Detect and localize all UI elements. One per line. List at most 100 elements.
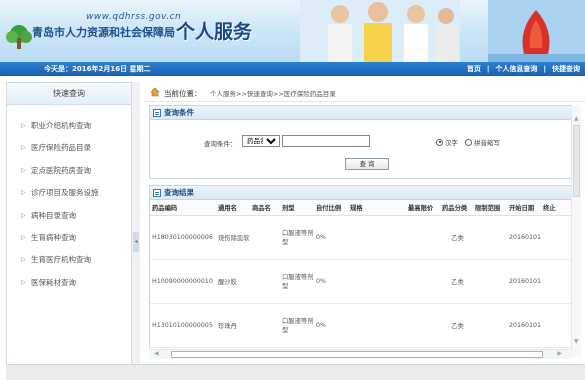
- scroll-up-icon[interactable]: ▲: [574, 115, 579, 122]
- column-header[interactable]: 自付比例: [314, 200, 348, 216]
- collapse-sidebar-icon[interactable]: ◂: [133, 232, 139, 252]
- cell-form: 口服液等剂型: [280, 259, 314, 304]
- vertical-scrollbar[interactable]: ▲ ▼: [571, 105, 581, 357]
- radio-dot: [436, 138, 443, 146]
- column-header[interactable]: 药品编码: [150, 200, 216, 216]
- nav-separator: |: [486, 65, 490, 73]
- main-content: 查询条件 查询条件： 药品名 汉字 拼音缩写 查 询 查询结果 药品编码 通用名…: [149, 105, 572, 357]
- column-header[interactable]: 规格: [348, 200, 406, 216]
- sidebar-item-label: 生育医疗机构查询: [31, 255, 91, 265]
- cell-limit: [473, 259, 507, 304]
- panel-title: 查询结果: [150, 186, 571, 200]
- banner-landmark-image: [488, 0, 585, 62]
- home-icon: [150, 87, 160, 97]
- sidebar-item-label: 诊疗项目及服务设施: [31, 188, 99, 198]
- top-nav-links: 首页 | 个人信息查询 | 快捷查询: [464, 64, 583, 74]
- cell-limit: [473, 215, 507, 260]
- location-label: 当前位置：: [164, 89, 202, 98]
- sidebar-item-job-agency[interactable]: ▷ 职业介绍机构查询: [7, 115, 131, 137]
- radio-hanzi[interactable]: 汉字: [436, 137, 458, 147]
- chevron-right-icon: ▷: [21, 256, 26, 264]
- panel-title-icon: [153, 109, 161, 117]
- chevron-right-icon: ▷: [21, 278, 26, 286]
- nav-separator: |: [543, 65, 546, 73]
- scroll-down-icon[interactable]: ▼: [574, 338, 579, 345]
- cell-generic: 烧伤除皿软: [216, 215, 250, 260]
- sidebar: 快速查询 ▷ 职业介绍机构查询 ▷ 医疗保险药品目录 ▷ 定点医院药房查询 ▷ 诊疗项目…: [6, 82, 132, 372]
- cell-trade: [250, 259, 280, 304]
- cell-start: 20160101: [507, 303, 542, 348]
- panel-title-icon: [153, 189, 161, 197]
- results-table: 药品编码 通用名 商品名 剂型 自付比例 规格 最高限价 药品分类 限制范围 开…: [150, 200, 571, 348]
- nav-quick-query-link[interactable]: 快捷查询: [552, 65, 580, 73]
- top-navbar: 今天是：2016年2月16日 星期二 首页 | 个人信息查询 | 快捷查询: [0, 62, 585, 76]
- column-header[interactable]: 终止: [541, 200, 571, 216]
- column-header[interactable]: 开始日期: [507, 200, 542, 216]
- chevron-right-icon: ▷: [21, 166, 26, 174]
- cell-class: 乙类: [440, 215, 473, 260]
- results-panel-title: 查询结果: [164, 188, 194, 197]
- cell-form: 口服液等剂型: [280, 215, 314, 260]
- column-header[interactable]: 限制范围: [473, 200, 507, 216]
- sidebar-item-label: 医疗保险药品目录: [31, 143, 91, 153]
- cell-class: 乙类: [440, 259, 473, 304]
- keyword-input[interactable]: [282, 135, 370, 147]
- cell-spec: [348, 215, 406, 260]
- cell-max: [406, 303, 440, 348]
- cell-start: 20160101: [507, 259, 542, 304]
- sidebar-splitter[interactable]: ◂: [132, 82, 140, 372]
- sidebar-item-consumables[interactable]: ▷ 医保耗材查询: [7, 272, 131, 294]
- chevron-right-icon: ▷: [21, 144, 26, 152]
- sidebar-item-label: 医保耗材查询: [31, 277, 76, 287]
- sidebar-menu: ▷ 职业介绍机构查询 ▷ 医疗保险药品目录 ▷ 定点医院药房查询 ▷ 诊疗项目及服务设施…: [7, 105, 131, 294]
- chevron-right-icon: ▷: [21, 122, 26, 129]
- query-field-label: 查询条件：: [204, 140, 237, 148]
- cell-form: 口服液等剂型: [280, 303, 314, 348]
- scroll-left-icon[interactable]: ◀: [154, 350, 159, 357]
- column-header[interactable]: 剂型: [280, 200, 314, 216]
- sidebar-item-label: 定点医院药房查询: [31, 165, 91, 175]
- sidebar-item-maternity-institution[interactable]: ▷ 生育医疗机构查询: [7, 249, 131, 271]
- cell-limit: [473, 303, 507, 348]
- cell-generic: 醒沙胶: [216, 259, 250, 304]
- cell-class: 乙类: [440, 303, 473, 348]
- scrollbar-thumb[interactable]: [171, 351, 543, 358]
- scrollbar-thumb[interactable]: [573, 125, 580, 197]
- sidebar-item-treatment-items[interactable]: ▷ 诊疗项目及服务设施: [7, 182, 131, 204]
- footer-bar: [6, 364, 585, 380]
- cell-spec: [348, 259, 406, 304]
- query-button[interactable]: 查 询: [345, 158, 389, 170]
- column-header[interactable]: 商品名: [250, 200, 280, 216]
- cell-ratio: 0%: [314, 303, 348, 348]
- sidebar-item-designated-hospital[interactable]: ▷ 定点医院药房查询: [7, 160, 131, 182]
- table-row[interactable]: H10090000000010 醒沙胶 口服液等剂型 0% 乙类 2016010…: [150, 259, 571, 304]
- nav-personal-info-link[interactable]: 个人信息查询: [495, 65, 537, 73]
- horizontal-scrollbar[interactable]: ◀ ▶: [149, 349, 572, 359]
- scroll-right-icon[interactable]: ▶: [557, 350, 562, 357]
- cell-start: 20160101: [507, 215, 542, 260]
- cell-trade: [250, 303, 280, 348]
- column-header[interactable]: 药品分类: [440, 200, 473, 216]
- radio-label: 汉字: [445, 139, 458, 147]
- cell-ratio: 0%: [314, 215, 348, 260]
- cell-max: [406, 259, 440, 304]
- radio-label: 拼音缩写: [474, 139, 500, 147]
- nav-home-link[interactable]: 首页: [467, 65, 481, 73]
- query-type-select[interactable]: 药品名: [242, 135, 280, 147]
- cell-end: [541, 259, 571, 304]
- table-row[interactable]: H13010100000005 珍珠丹 口服液等剂型 0% 乙类 2016010…: [150, 303, 571, 348]
- sidebar-item-maternity-disease[interactable]: ▷ 生育病种查询: [7, 227, 131, 249]
- radio-pinyin[interactable]: 拼音缩写: [465, 137, 500, 147]
- column-header[interactable]: 通用名: [216, 200, 250, 216]
- cell-spec: [348, 303, 406, 348]
- sidebar-item-label: 职业介绍机构查询: [31, 121, 91, 130]
- chevron-right-icon: ▷: [21, 211, 26, 219]
- sidebar-item-disease-catalog[interactable]: ▷ 病种目录查询: [7, 205, 131, 227]
- radio-dot: [465, 138, 472, 146]
- table-row[interactable]: H18030100000006 烧伤除皿软 口服液等剂型 0% 乙类 20160…: [150, 215, 571, 260]
- org-name: 青岛市人力资源和社会保障局: [32, 26, 175, 39]
- sidebar-item-drug-catalog[interactable]: ▷ 医疗保险药品目录: [7, 137, 131, 159]
- date-text: 今天是：2016年2月16日 星期二: [44, 65, 151, 73]
- query-results-panel: 查询结果 药品编码 通用名 商品名 剂型 自付比例 规格 最高限价 药品分类 限…: [149, 185, 572, 348]
- column-header[interactable]: 最高限价: [406, 200, 440, 216]
